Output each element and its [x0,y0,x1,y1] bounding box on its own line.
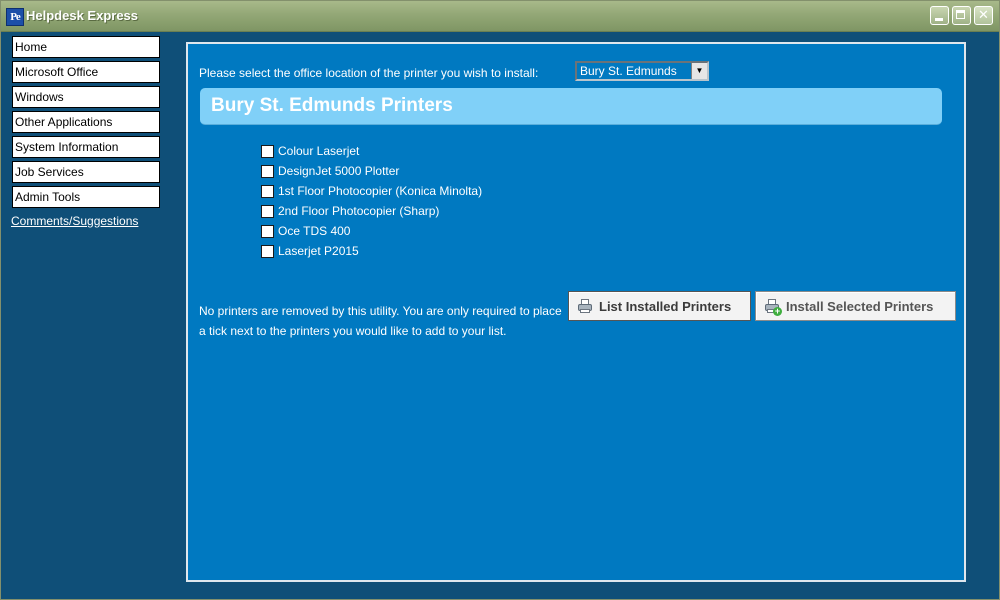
printer-label[interactable]: 1st Floor Photocopier (Konica Minolta) [278,184,482,198]
sidebar-item-home[interactable]: Home [12,36,160,58]
sidebar-item-job-services[interactable]: Job Services [12,161,160,183]
app-window: Pe Helpdesk Express ✕ Home Microsoft Off… [0,0,1000,600]
sidebar-item-microsoft-office[interactable]: Microsoft Office [12,61,160,83]
printer-checkbox[interactable] [261,244,274,258]
printer-checkbox[interactable] [261,224,274,238]
location-prompt: Please select the office location of the… [199,66,539,80]
add-printer-icon: + [764,298,782,316]
printer-option: Oce TDS 400 [261,221,482,241]
printer-option: Laserjet P2015 [261,241,482,261]
sidebar-item-windows[interactable]: Windows [12,86,160,108]
minimize-icon[interactable] [930,6,949,25]
section-heading-bar: Bury St. Edmunds Printers [200,88,942,125]
printer-option: Colour Laserjet [261,141,482,161]
install-selected-printers-button[interactable]: + Install Selected Printers [755,291,956,321]
section-heading: Bury St. Edmunds Printers [211,95,453,116]
close-glyph: ✕ [978,8,989,23]
printer-list: Colour Laserjet DesignJet 5000 Plotter 1… [261,141,482,261]
close-icon[interactable]: ✕ [974,6,993,25]
printer-label[interactable]: DesignJet 5000 Plotter [278,164,399,178]
location-select-value: Bury St. Edmunds [580,64,677,78]
printer-checkbox[interactable] [261,144,274,158]
app-logo-icon: Pe [6,8,24,26]
printer-checkbox[interactable] [261,184,274,198]
printer-label[interactable]: Laserjet P2015 [278,244,359,258]
printer-label[interactable]: Oce TDS 400 [278,224,350,238]
printer-option: DesignJet 5000 Plotter [261,161,482,181]
printer-checkbox[interactable] [261,164,274,178]
printer-icon [577,298,593,314]
sidebar-item-admin-tools[interactable]: Admin Tools [12,186,160,208]
printer-option: 2nd Floor Photocopier (Sharp) [261,201,482,221]
printer-option: 1st Floor Photocopier (Konica Minolta) [261,181,482,201]
removal-note: No printers are removed by this utility.… [199,304,562,338]
list-installed-printers-button[interactable]: List Installed Printers [568,291,751,321]
dropdown-arrow-icon[interactable]: ▼ [691,63,707,79]
window-title: Helpdesk Express [26,8,139,23]
printer-label[interactable]: Colour Laserjet [278,144,359,158]
main-panel: Please select the office location of the… [186,42,966,582]
printer-label[interactable]: 2nd Floor Photocopier (Sharp) [278,204,439,218]
install-selected-printers-label: Install Selected Printers [786,298,934,314]
sidebar-item-system-information[interactable]: System Information [12,136,160,158]
client-area: Home Microsoft Office Windows Other Appl… [4,32,998,598]
comments-suggestions-link[interactable]: Comments/Suggestions [11,214,138,228]
sidebar-item-other-applications[interactable]: Other Applications [12,111,160,133]
location-select[interactable]: Bury St. Edmunds ▼ [575,61,709,81]
printer-checkbox[interactable] [261,204,274,218]
title-bar[interactable]: Pe Helpdesk Express ✕ [1,1,999,32]
maximize-icon[interactable] [952,6,971,25]
list-installed-printers-label: List Installed Printers [599,298,732,314]
